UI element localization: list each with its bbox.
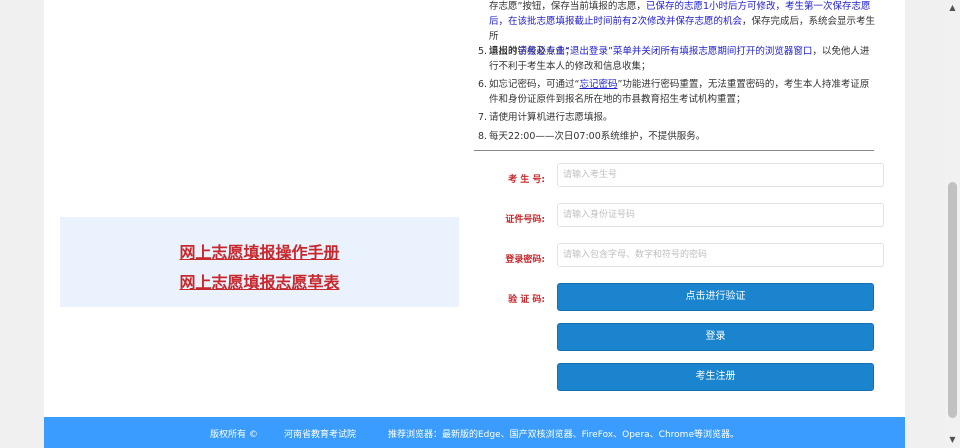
browser-recommendation: 推荐浏览器：最新版的Edge、国产双核浏览器、FireFox、Opera、Chr… — [388, 430, 739, 440]
verify-button[interactable]: 点击进行验证 — [557, 283, 874, 311]
register-button[interactable]: 考生注册 — [557, 363, 874, 391]
scroll-thumb[interactable] — [948, 182, 957, 418]
copyright-text: 版权所有 © — [210, 430, 258, 440]
scroll-up-arrow-icon[interactable]: ▲ — [945, 0, 960, 16]
password-label: 登录密码: — [505, 255, 545, 265]
verify-label: 验 证 码: — [508, 295, 545, 305]
forgot-password-link[interactable]: 忘记密码 — [579, 79, 617, 90]
password-input[interactable] — [557, 243, 884, 267]
vertical-scrollbar[interactable]: ▲ ▼ — [945, 0, 960, 448]
exam-no-label: 考 生 号: — [508, 175, 545, 185]
login-button[interactable]: 登录 — [557, 323, 874, 351]
id-number-input[interactable] — [557, 203, 884, 227]
exam-no-input[interactable] — [557, 163, 884, 187]
draft-form-link[interactable]: 网上志愿填报志愿草表 — [60, 269, 459, 293]
main-page: 网上志愿填报操作手册 网上志愿填报志愿草表 存志愿”按钮，保存当前填报的志愿，已… — [44, 0, 905, 448]
manual-link[interactable]: 网上志愿填报操作手册 — [60, 239, 459, 263]
organization-name: 河南省教育考试院 — [284, 430, 357, 440]
site-footer: 版权所有 © 河南省教育考试院 推荐浏览器：最新版的Edge、国产双核浏览器、F… — [44, 417, 905, 448]
manual-links-panel: 网上志愿填报操作手册 网上志愿填报志愿草表 — [60, 217, 459, 307]
notice-divider — [474, 150, 874, 151]
scroll-down-arrow-icon[interactable]: ▼ — [945, 432, 960, 448]
id-number-label: 证件号码: — [505, 215, 545, 225]
